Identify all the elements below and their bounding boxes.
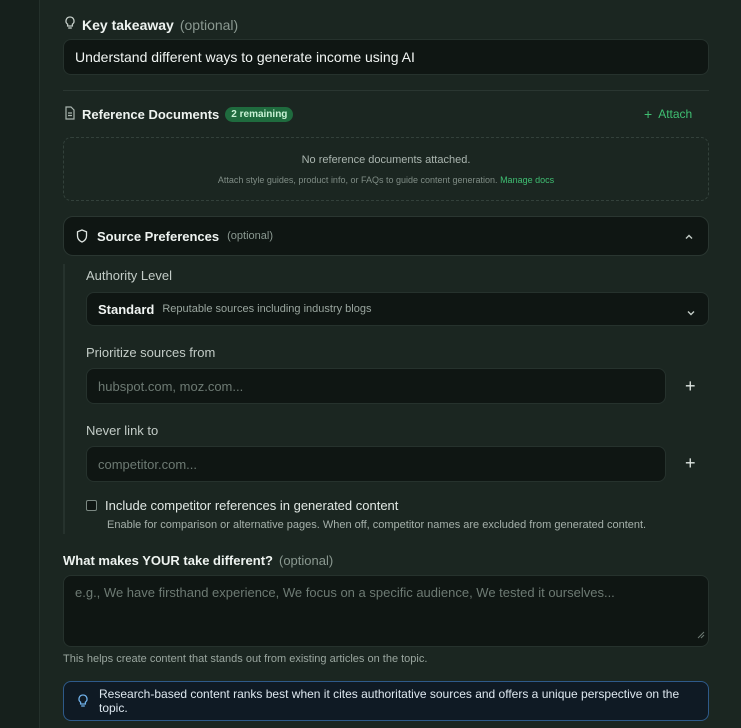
- reference-docs-dropzone[interactable]: No reference documents attached. Attach …: [63, 137, 709, 201]
- authority-selected: Standard: [98, 301, 155, 317]
- source-preferences-title: Source Preferences: [97, 228, 220, 244]
- section-divider: [63, 90, 709, 91]
- competitor-label: Include competitor references in generat…: [105, 498, 399, 513]
- remaining-badge: 2 remaining: [225, 107, 294, 122]
- attach-button[interactable]: + Attach: [644, 106, 692, 122]
- content-panel: Key takeaway (optional) Understand diffe…: [40, 0, 741, 728]
- prioritize-label: Prioritize sources from: [86, 345, 216, 360]
- plus-icon: +: [644, 106, 653, 122]
- competitor-hint: Enable for comparison or alternative pag…: [107, 519, 647, 531]
- never-link-label: Never link to: [86, 423, 159, 438]
- authority-level-select[interactable]: Standard Reputable sources including ind…: [86, 292, 709, 326]
- unique-take-help: This helps create content that stands ou…: [63, 653, 428, 665]
- add-prioritize-source-button[interactable]: +: [685, 377, 696, 395]
- prioritize-sources-input[interactable]: hubspot.com, moz.com...: [86, 368, 666, 404]
- tip-text: Research-based content ranks best when i…: [99, 687, 680, 715]
- document-icon: [64, 106, 76, 123]
- key-takeaway-label: Key takeaway (optional): [64, 16, 238, 33]
- empty-hint: Attach style guides, product info, or FA…: [217, 175, 555, 185]
- research-tip: Research-based content ranks best when i…: [63, 681, 709, 721]
- key-takeaway-input[interactable]: Understand different ways to generate in…: [63, 39, 709, 75]
- authority-level-label: Authority Level: [86, 268, 172, 283]
- lightbulb-icon: [64, 16, 76, 33]
- add-never-link-button[interactable]: +: [685, 454, 696, 472]
- source-preferences-toggle[interactable]: Source Preferences (optional): [63, 216, 709, 256]
- unique-take-textarea[interactable]: e.g., We have firsthand experience, We f…: [63, 575, 709, 647]
- competitor-option: Include competitor references in generat…: [86, 498, 398, 513]
- manage-docs-link[interactable]: Manage docs: [500, 175, 554, 185]
- competitor-checkbox[interactable]: [86, 500, 97, 511]
- chevron-up-icon: [684, 229, 694, 247]
- source-preferences-optional: (optional): [227, 230, 273, 242]
- left-rail: [0, 0, 40, 728]
- lightbulb-icon: [77, 694, 89, 708]
- unique-take-label: What makes YOUR take different? (optiona…: [63, 553, 334, 568]
- section-indent-line: [63, 264, 65, 534]
- reference-docs-header: Reference Documents 2 remaining: [64, 106, 294, 123]
- never-link-input[interactable]: competitor.com...: [86, 446, 666, 482]
- shield-icon: [76, 229, 88, 243]
- authority-description: Reputable sources including industry blo…: [162, 303, 372, 315]
- chevron-down-icon: [686, 305, 696, 323]
- resize-handle-icon[interactable]: [697, 626, 705, 644]
- empty-title: No reference documents attached.: [301, 154, 471, 166]
